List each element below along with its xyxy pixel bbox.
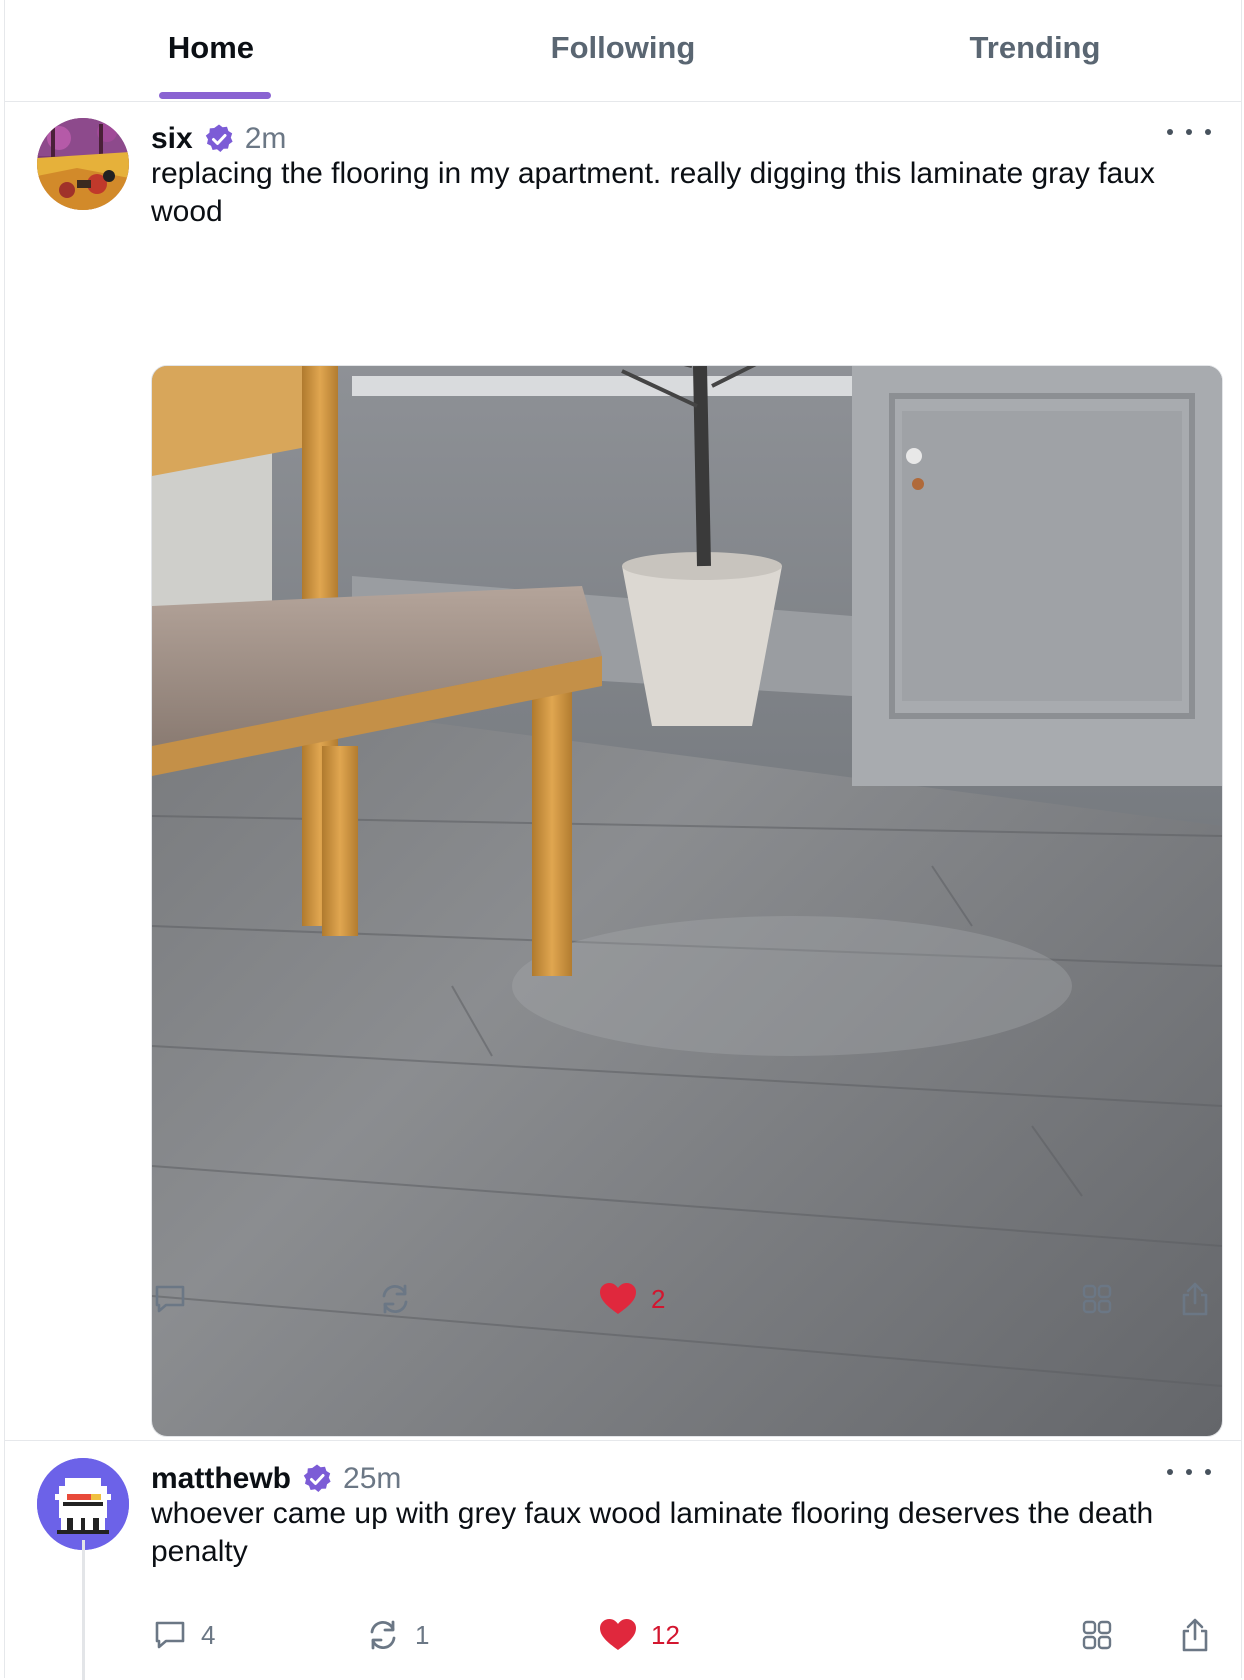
- post-text: replacing the flooring in my apartment. …: [151, 157, 1155, 228]
- tab-trending-label: Trending: [969, 30, 1101, 65]
- tab-following-label: Following: [550, 30, 696, 65]
- post-card[interactable]: six 2m replacing the flooring in my apar…: [5, 101, 1241, 1441]
- post-image[interactable]: [151, 365, 1223, 1437]
- speech-bubble-icon: [155, 1285, 185, 1313]
- like-button[interactable]: 12: [599, 1615, 680, 1655]
- feed-panel: Home Following Trending six 2m replacing…: [4, 0, 1242, 1680]
- pixel-character-avatar: [37, 1458, 129, 1550]
- heart-icon: [600, 1619, 636, 1650]
- post-actions: 4 1 12: [5, 1615, 1241, 1655]
- timestamp[interactable]: 25m: [343, 1462, 401, 1496]
- tab-trending[interactable]: Trending: [829, 0, 1241, 101]
- speech-bubble-icon: [155, 1621, 185, 1649]
- post-text: whoever came up with grey faux wood lami…: [151, 1497, 1154, 1568]
- recast-button[interactable]: [377, 1279, 427, 1319]
- heart-icon: [600, 1283, 636, 1314]
- grid-button[interactable]: [1081, 1615, 1113, 1655]
- grid-icon: [1082, 1284, 1112, 1314]
- verified-badge-icon: [303, 1464, 331, 1492]
- like-count: 12: [651, 1619, 680, 1650]
- recast-arrows-icon: [370, 1620, 396, 1650]
- post-card[interactable]: matthewb 25m whoever came up with grey f…: [5, 1441, 1241, 1678]
- recast-button[interactable]: 1: [365, 1615, 429, 1655]
- post-header: matthewb 25m: [151, 1459, 401, 1499]
- more-dots-icon[interactable]: [1167, 117, 1211, 147]
- like-count: 2: [651, 1283, 666, 1314]
- reply-button[interactable]: 4: [153, 1615, 215, 1655]
- active-tab-indicator: [159, 92, 271, 99]
- like-button[interactable]: 2: [599, 1279, 665, 1319]
- share-icon: [1182, 1618, 1208, 1652]
- thread-connector: [82, 1540, 85, 1680]
- reply-button[interactable]: [153, 1279, 201, 1319]
- share-button[interactable]: [1179, 1279, 1211, 1319]
- tab-home[interactable]: Home: [5, 0, 417, 101]
- grid-button[interactable]: [1081, 1279, 1113, 1319]
- share-icon: [1182, 1282, 1208, 1316]
- tab-following[interactable]: Following: [417, 0, 829, 101]
- verified-badge-icon: [205, 124, 233, 152]
- post-header: six 2m: [151, 119, 286, 159]
- username[interactable]: six: [151, 122, 193, 156]
- recast-arrows-icon: [382, 1284, 408, 1314]
- gray-laminate-floor-photo: [152, 366, 1222, 1436]
- post-actions: 2: [5, 1279, 1241, 1319]
- grid-icon: [1082, 1620, 1112, 1650]
- tab-home-label: Home: [167, 30, 255, 65]
- feed-tabs: Home Following Trending: [5, 0, 1241, 102]
- autumn-landscape-avatar: [37, 118, 129, 210]
- timestamp[interactable]: 2m: [245, 122, 287, 156]
- more-dots-icon[interactable]: [1167, 1457, 1211, 1487]
- recast-count: 1: [415, 1619, 430, 1650]
- avatar[interactable]: [37, 118, 129, 210]
- avatar[interactable]: [37, 1458, 129, 1550]
- username[interactable]: matthewb: [151, 1462, 291, 1496]
- share-button[interactable]: [1179, 1615, 1211, 1655]
- reply-count: 4: [201, 1619, 216, 1650]
